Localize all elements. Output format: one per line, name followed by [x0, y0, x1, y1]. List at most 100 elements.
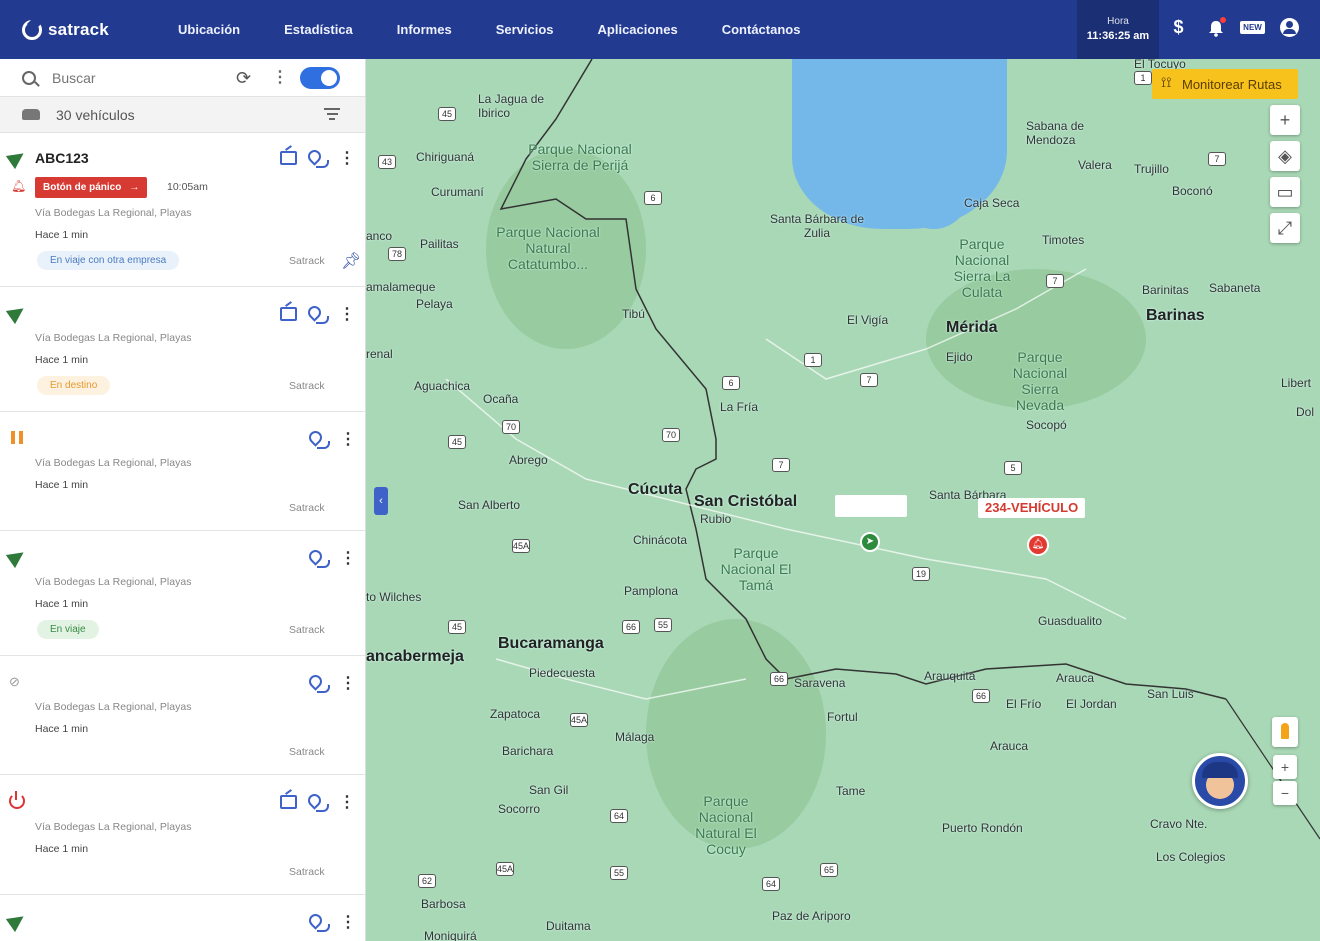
map-place-label: Aguachica [414, 379, 471, 393]
map-place-label: Socorro [498, 802, 541, 816]
assistant-avatar-icon[interactable] [1192, 753, 1248, 809]
navigation-arrow-icon [5, 909, 29, 933]
panic-button-badge[interactable]: Botón de pánico → [35, 177, 148, 198]
vehicle-marker-panic-icon[interactable]: 🔔︎ [1027, 534, 1049, 556]
refresh-icon[interactable]: ⟳ [236, 68, 251, 89]
new-icon[interactable]: NEW [1240, 17, 1265, 38]
route-icon[interactable] [308, 674, 330, 693]
more-options-icon[interactable]: ⋮ [272, 67, 288, 87]
layers-icon[interactable]: ◈ [1270, 141, 1300, 171]
street-view-pegman-icon[interactable] [1272, 717, 1298, 747]
road-shield: 45 [438, 107, 456, 121]
satrack-logo[interactable]: satrack [22, 19, 172, 40]
nav-informes[interactable]: Informes [397, 22, 452, 37]
route-icon[interactable] [307, 793, 329, 812]
pin-icon[interactable]: 📌︎ [341, 251, 361, 271]
map-city-label: Barinas [1146, 307, 1205, 324]
search-icon [22, 70, 36, 85]
ruler-icon[interactable]: ▭ [1270, 177, 1300, 207]
nav-estadistica[interactable]: Estadística [284, 22, 353, 37]
vehicle-marker-moving-icon[interactable]: ➤ [860, 532, 880, 552]
route-icon[interactable] [308, 430, 330, 449]
map-place-label: Libert [1281, 376, 1312, 390]
video-icon[interactable] [280, 151, 297, 165]
map-place-label: renal [366, 347, 393, 361]
nav-servicios[interactable]: Servicios [496, 22, 554, 37]
road-shield: 66 [622, 620, 640, 634]
map-place-label: Zapatoca [490, 707, 541, 721]
road-shield: 64 [610, 809, 628, 823]
map-place-label: Trujillo [1134, 162, 1169, 176]
road-shield: 45A [512, 539, 530, 553]
zoom-in-small-icon[interactable]: + [1273, 755, 1297, 779]
vehicle-count-row: 30 vehículos [0, 97, 365, 133]
user-icon[interactable] [1279, 17, 1300, 38]
trip-status-badge: En destino [37, 376, 111, 395]
map-place-label: Cravo Nte. [1150, 817, 1208, 831]
card-more-icon[interactable]: ⋮ [339, 148, 355, 168]
navigation-arrow-icon [5, 301, 29, 325]
vehicle-label-empty [835, 495, 907, 517]
vehicle-card[interactable]: ⋮ [0, 895, 365, 941]
vehicle-card[interactable]: ⋮ Vía Bodegas La Regional, Playas Hace 1… [0, 412, 365, 531]
map-place-label: Barbosa [421, 897, 466, 911]
panic-bell-icon: 🔔︎ [11, 179, 27, 193]
card-more-icon[interactable]: ⋮ [340, 912, 356, 932]
vehicle-card[interactable]: ⋮ Vía Bodegas La Regional, Playas Hace 1… [0, 775, 365, 895]
logo-mark-icon [22, 19, 42, 40]
live-toggle[interactable] [300, 67, 340, 89]
map-place-label: Santa Bárbara de Zulia [769, 212, 865, 240]
route-icon[interactable] [308, 549, 330, 568]
nav-contactanos[interactable]: Contáctanos [722, 22, 801, 37]
map-city-label: Cúcuta [628, 481, 683, 498]
map-place-label: El Jordan [1066, 697, 1117, 711]
dollar-icon[interactable]: $ [1168, 17, 1189, 38]
vehicle-plate: ABC123 [35, 150, 89, 166]
vehicle-company: Satrack [289, 502, 325, 514]
new-badge: NEW [1240, 21, 1265, 34]
monitor-routes-button[interactable]: Monitorear Rutas [1152, 69, 1298, 99]
map-view[interactable]: El Tocuyo La Jagua de Ibirico Chiriguaná… [366, 59, 1320, 941]
route-icon[interactable] [307, 149, 329, 168]
map-place-label: La Jagua de Ibirico [478, 92, 545, 120]
vehicle-card[interactable]: ⋮ Vía Bodegas La Regional, Playas Hace 1… [0, 287, 365, 412]
vehicle-card[interactable]: ⋮ Vía Bodegas La Regional, Playas Hace 1… [0, 531, 365, 656]
card-more-icon[interactable]: ⋮ [339, 304, 355, 324]
search-input[interactable] [52, 69, 212, 86]
assistant-cap [1202, 762, 1238, 778]
nav-aplicaciones[interactable]: Aplicaciones [598, 22, 678, 37]
zoom-out-small-icon[interactable]: − [1273, 781, 1297, 805]
fullscreen-icon[interactable]: ⤢ [1270, 213, 1300, 243]
vehicle-card[interactable]: ABC123 ⋮ 🔔︎ Botón de pánico → 10:05am Vía… [0, 133, 365, 287]
vehicle-update-time: Hace 1 min [35, 354, 89, 366]
map-place-label: Tibú [622, 307, 645, 321]
map-place-label: Dol [1296, 405, 1315, 419]
route-icon[interactable] [308, 913, 330, 932]
notification-dot [1220, 17, 1226, 23]
card-more-icon[interactable]: ⋮ [340, 548, 356, 568]
map-place-label: Paz de Ariporo [772, 909, 851, 923]
filter-icon[interactable] [324, 108, 340, 123]
road-shield: 45 [448, 620, 466, 634]
video-icon[interactable] [280, 795, 297, 809]
card-more-icon[interactable]: ⋮ [340, 429, 356, 449]
card-more-icon[interactable]: ⋮ [340, 673, 356, 693]
card-more-icon[interactable]: ⋮ [339, 792, 355, 812]
map-city-label: Mérida [946, 319, 998, 336]
vehicle-card[interactable]: ⊘ ⋮ Vía Bodegas La Regional, Playas Hace… [0, 656, 365, 775]
map-place-label: Piedecuesta [529, 666, 596, 680]
bell-icon[interactable] [1205, 17, 1226, 38]
map-park-label: Parque Nacional Natural El Cocuy [695, 793, 757, 857]
top-navigation-bar: satrack Ubicación Estadística Informes S… [0, 0, 1320, 59]
zoom-plus-icon[interactable]: + [1270, 105, 1300, 135]
nav-ubicacion[interactable]: Ubicación [178, 22, 240, 37]
vehicle-label[interactable]: 234-VEHÍCULO [978, 498, 1086, 518]
trip-status-badge: En viaje con otra empresa [37, 251, 180, 270]
clock-panel: Hora 11:36:25 am [1077, 0, 1159, 59]
map-place-label: Boconó [1172, 184, 1213, 198]
video-icon[interactable] [280, 307, 297, 321]
route-icon[interactable] [307, 305, 329, 324]
vehicle-update-time: Hace 1 min [35, 229, 89, 241]
collapse-sidebar-icon[interactable]: ‹ [374, 487, 388, 515]
road-shield: 65 [820, 863, 838, 877]
